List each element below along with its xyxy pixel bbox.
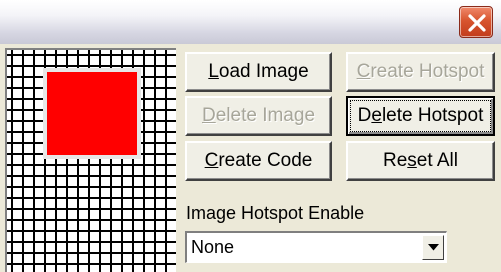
dropdown-arrow-icon <box>428 244 439 251</box>
close-button[interactable] <box>459 6 493 38</box>
reset-all-label: Reset All <box>383 150 458 171</box>
reset-all-button[interactable]: Reset All <box>346 141 495 181</box>
load-image-label: Load Image <box>208 61 309 82</box>
hotspot-enable-label: Image Hotspot Enable <box>186 203 365 223</box>
dropdown-arrow-button[interactable] <box>422 235 444 260</box>
create-code-button[interactable]: Create Code <box>185 141 332 181</box>
load-image-button[interactable]: Load Image <box>185 52 332 92</box>
create-hotspot-label: Create Hotspot <box>356 61 485 82</box>
hotspot-enable-value: None <box>191 237 235 257</box>
hotspot-enable-dropdown[interactable]: None <box>185 231 447 263</box>
create-code-label: Create Code <box>204 150 313 171</box>
create-hotspot-button[interactable]: Create Hotspot <box>346 52 495 92</box>
loaded-image[interactable] <box>43 68 141 159</box>
close-x-icon <box>468 14 486 32</box>
delete-image-label: Delete Image <box>201 105 316 126</box>
title-bar <box>0 0 501 44</box>
delete-hotspot-button[interactable]: Delete Hotspot <box>346 96 495 136</box>
delete-hotspot-label: Delete Hotspot <box>357 105 484 126</box>
delete-image-button[interactable]: Delete Image <box>185 96 332 136</box>
